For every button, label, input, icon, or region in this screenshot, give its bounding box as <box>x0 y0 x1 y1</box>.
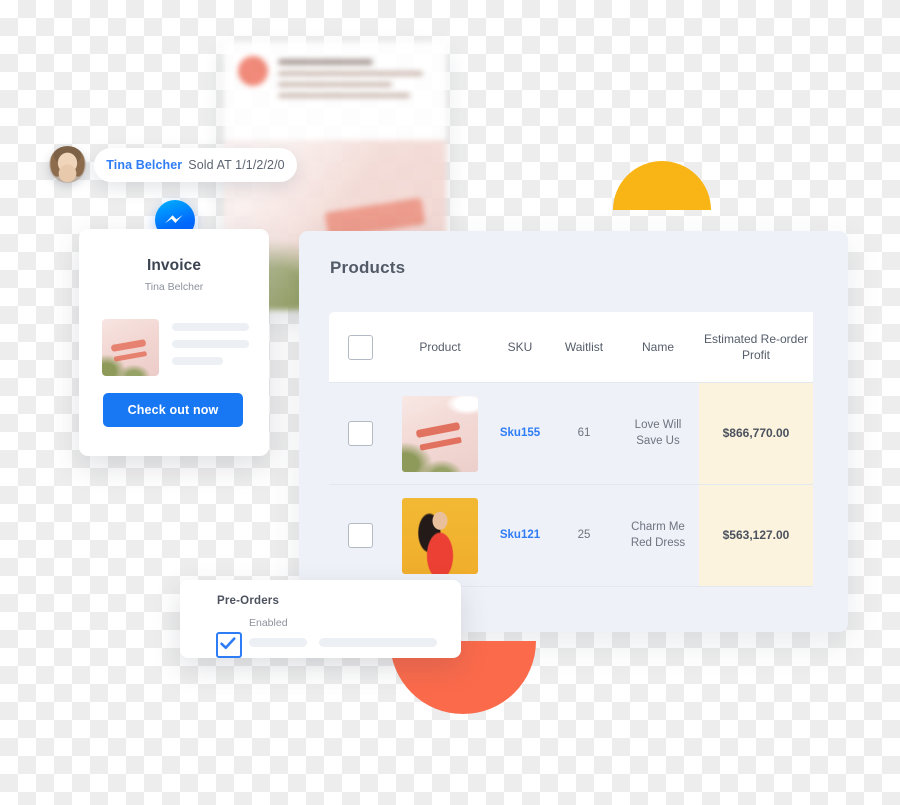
user-avatar <box>49 146 86 183</box>
column-header-product[interactable]: Product <box>391 339 489 355</box>
pre-orders-card: Pre-Orders Enabled <box>180 580 461 658</box>
row-product-name: Charm Me Red Dress <box>617 520 699 551</box>
column-header-sku[interactable]: SKU <box>489 339 551 355</box>
post-line <box>278 71 423 76</box>
row-product-name-line2: Save Us <box>636 434 680 447</box>
row-select-cell <box>329 421 391 446</box>
products-panel: Products Product SKU Waitlist Name Estim… <box>299 231 848 632</box>
row-estimated-reorder-profit: $866,770.00 <box>699 383 813 484</box>
placeholder-line <box>172 340 249 348</box>
post-card-header <box>224 42 446 110</box>
row-waitlist-count: 25 <box>577 528 591 541</box>
row-sku-link[interactable]: Sku155 <box>489 426 551 442</box>
invoice-detail-placeholder <box>172 319 249 374</box>
checkout-button[interactable]: Check out now <box>103 393 243 427</box>
invoice-card: Invoice Tina Belcher Check out now <box>79 229 269 456</box>
select-all-checkbox[interactable] <box>347 334 373 360</box>
table-header-row: Product SKU Waitlist Name Estimated Re-o… <box>329 312 813 382</box>
pre-orders-title: Pre-Orders <box>217 595 280 607</box>
table-row[interactable]: Sku121 25 Charm Me Red Dress $563,127.00 <box>329 485 813 587</box>
invoice-line-item <box>79 293 269 376</box>
notification-customer-name: Tina Belcher <box>106 158 183 172</box>
row-checkbox[interactable] <box>347 523 373 548</box>
column-header-waitlist[interactable]: Waitlist <box>551 339 617 355</box>
placeholder-line <box>172 323 249 331</box>
notification-meta: Sold AT 1/1/2/2/0 <box>188 158 285 172</box>
placeholder-line <box>172 357 223 365</box>
row-select-cell <box>329 523 391 548</box>
post-line <box>278 82 392 87</box>
row-product-name-line1: Charm Me <box>631 520 685 533</box>
row-product-name: Love Will Save Us <box>617 418 699 449</box>
illustration-stage: Tina Belcher Sold AT 1/1/2/2/0 Products … <box>0 0 900 805</box>
invoice-product-thumbnail <box>102 319 159 376</box>
checkmark-icon <box>220 637 236 650</box>
product-thumbnail-charm-me-red-dress <box>402 497 478 574</box>
row-estimated-reorder-profit: $563,127.00 <box>699 485 813 586</box>
row-checkbox[interactable] <box>347 421 373 446</box>
column-header-name[interactable]: Name <box>617 339 699 355</box>
product-thumbnail-love-will-save-us <box>402 395 478 472</box>
post-line <box>278 59 374 65</box>
yellow-half-circle-decoration <box>613 161 711 210</box>
row-waitlist-count: 61 <box>577 426 591 439</box>
messenger-bolt-glyph <box>165 215 183 224</box>
placeholder-line <box>249 638 307 647</box>
pre-orders-enabled-label: Enabled <box>249 617 288 629</box>
products-table: Product SKU Waitlist Name Estimated Re-o… <box>329 312 813 587</box>
sold-notification-pill: Tina Belcher Sold AT 1/1/2/2/0 <box>94 148 297 182</box>
invoice-title: Invoice <box>146 257 202 274</box>
row-product-cell <box>391 497 489 574</box>
post-avatar <box>238 56 268 86</box>
pre-orders-enabled-checkbox[interactable] <box>216 632 242 658</box>
row-product-name-line1: Love Will <box>634 418 682 431</box>
row-product-cell <box>391 395 489 472</box>
invoice-customer-name: Tina Belcher <box>144 281 204 293</box>
row-sku-link[interactable]: Sku121 <box>489 528 551 544</box>
placeholder-line <box>319 638 437 647</box>
row-product-name-line2: Red Dress <box>630 536 686 549</box>
column-header-estimated-reorder-profit[interactable]: Estimated Re-order Profit <box>699 312 813 382</box>
select-all-cell <box>329 334 391 360</box>
table-row[interactable]: Sku155 61 Love Will Save Us $866,770.00 <box>329 382 813 485</box>
post-text-placeholder <box>278 56 432 104</box>
post-line <box>278 93 411 98</box>
page-title: Products <box>330 258 406 277</box>
